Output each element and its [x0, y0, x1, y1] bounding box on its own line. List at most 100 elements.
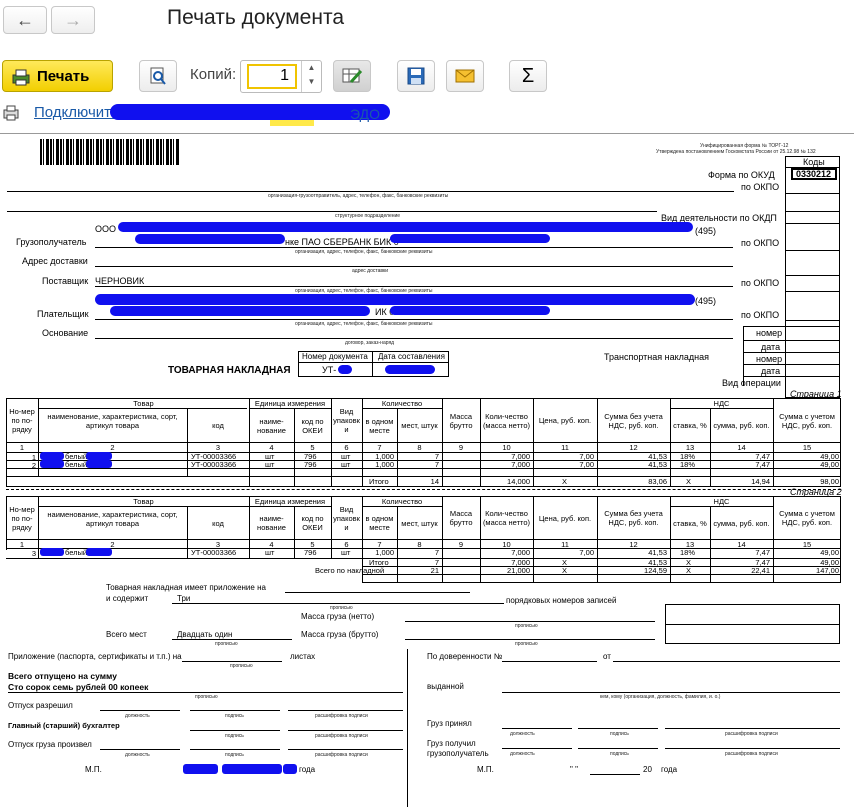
envelope-icon	[455, 69, 475, 83]
th-price: Цена, руб. коп.	[538, 513, 592, 523]
th-pack: Вид упаковк и	[333, 407, 360, 434]
delivery-caption: адрес доставки	[352, 268, 388, 274]
chevron-up-icon[interactable]: ▲	[308, 63, 316, 72]
email-button[interactable]	[446, 60, 484, 92]
save-button[interactable]	[397, 60, 435, 92]
redaction	[390, 234, 550, 243]
okpo-label-4: по ОКПО	[741, 310, 780, 320]
caption: прописью	[515, 623, 538, 629]
preview-button[interactable]	[139, 60, 177, 92]
mass-gross-label: Масса груза (брутто)	[301, 630, 379, 639]
redaction	[183, 764, 218, 774]
doc-date-header: Дата составления	[378, 352, 445, 361]
th-sum-novat: Сумма без учета НДС, руб. коп.	[604, 509, 663, 527]
th-qty-net: Коли-чество (масса нетто)	[482, 509, 531, 527]
copies-field[interactable]: 1 ▲ ▼	[240, 60, 322, 93]
th-num: Но-мер по по-рядку	[9, 504, 35, 532]
th-price: Цена, руб. коп.	[538, 416, 592, 425]
contains-label: и содержит	[106, 594, 149, 603]
col-number: 7	[377, 443, 382, 452]
th-unit-name: наиме-нование	[257, 514, 286, 532]
print-button[interactable]: Печать	[2, 60, 113, 92]
page-title: Печать документа	[167, 6, 345, 29]
print-button-label: Печать	[37, 67, 90, 85]
edit-table-icon	[342, 68, 363, 84]
sum-button[interactable]: Σ	[509, 60, 547, 92]
col-number: 13	[685, 539, 695, 549]
th-qty-one: в одном месте	[365, 514, 394, 532]
arrow-left-icon: ←	[16, 9, 34, 30]
printer-icon	[12, 69, 30, 86]
th-sum-vat: Сумма с учетом НДС, руб. коп.	[779, 411, 835, 430]
printer-edo-icon	[3, 105, 19, 121]
redaction	[390, 306, 550, 315]
supplier-label: Поставщик	[42, 276, 89, 286]
caption: должность	[125, 752, 150, 758]
edit-button[interactable]	[333, 60, 371, 92]
col-number: 7	[377, 539, 382, 549]
contains-value: Три	[177, 594, 191, 603]
redaction	[222, 764, 282, 774]
col-number: 6	[344, 539, 349, 549]
col-number: 2	[110, 443, 115, 452]
caption: должность	[510, 751, 535, 757]
th-unit-okei: код по ОКЕИ	[301, 416, 324, 435]
col-number: 3	[215, 443, 221, 452]
connect-edo-link[interactable]: Подключить	[34, 104, 119, 121]
caption: прописью	[515, 641, 538, 647]
barcode	[40, 139, 180, 165]
payer-label: Плательщик	[37, 309, 89, 319]
invoice-title: ТОВАРНАЯ НАКЛАДНАЯ	[168, 365, 291, 376]
magnifier-icon	[150, 67, 166, 85]
copies-stepper[interactable]: ▲ ▼	[301, 61, 321, 92]
cargo-accepted-label: Груз принял	[427, 719, 472, 728]
released-total-label: Всего отпущено на сумму	[8, 671, 117, 681]
forward-button[interactable]: →	[51, 6, 95, 34]
col-number: 4	[269, 539, 274, 549]
redaction	[86, 452, 112, 460]
arrow-right-icon: →	[64, 9, 82, 30]
chief-accountant-label: Главный (старший) бухгалтер	[8, 721, 120, 730]
consignee-bank: нке ПАО СБЕРБАНК БИК 0	[285, 237, 399, 247]
back-button[interactable]: ←	[3, 6, 47, 34]
appendix-label: Товарная накладная имеет приложение на	[106, 583, 266, 592]
th-goods: Товар	[133, 399, 154, 408]
col-number: 10	[502, 539, 511, 549]
redaction	[118, 222, 693, 232]
struct-caption: структурное подразделение	[335, 213, 401, 219]
copies-value[interactable]: 1	[247, 64, 297, 89]
caption: расшифровка подписи	[315, 752, 368, 758]
col-number: 8	[417, 443, 422, 452]
redaction	[110, 104, 390, 120]
sheets-label: листах	[290, 652, 316, 661]
basis-caption: договор, заказ-наряд	[345, 340, 395, 346]
caption: расшифровка подписи	[725, 731, 778, 737]
caption: прописью	[330, 605, 353, 611]
caption: должность	[510, 731, 535, 737]
th-unit-name: наиме-нование	[257, 416, 286, 435]
col-number: 10	[502, 443, 511, 452]
col-number: 1	[19, 443, 25, 452]
mp-label-left: М.П.	[85, 765, 102, 774]
redaction	[283, 764, 297, 774]
op-type-label: Вид операции	[722, 378, 781, 388]
okpo-label-2: по ОКПО	[741, 238, 780, 248]
caption: подпись	[610, 751, 629, 757]
col-number: 9	[458, 443, 464, 452]
date-label-2: дата	[761, 366, 781, 376]
caption: подпись	[610, 731, 629, 737]
col-number: 6	[344, 443, 349, 452]
copies-label: Копий:	[190, 66, 237, 83]
redaction	[86, 460, 112, 468]
date-quote: " "	[570, 765, 578, 774]
year-label-left: года	[299, 765, 316, 774]
mp-label-right: М.П.	[477, 765, 494, 774]
mass-net-label: Масса груза (нетто)	[301, 612, 375, 621]
released-by-label: Отпуск груза произвел	[8, 740, 92, 749]
chevron-down-icon[interactable]: ▼	[308, 77, 316, 86]
th-vat: НДС	[713, 399, 730, 408]
caption: расшифровка подписи	[315, 713, 368, 719]
col-number: 5	[310, 443, 315, 452]
consignee-label: Грузополучатель	[16, 237, 87, 247]
delivery-label: Адрес доставки	[22, 256, 88, 266]
